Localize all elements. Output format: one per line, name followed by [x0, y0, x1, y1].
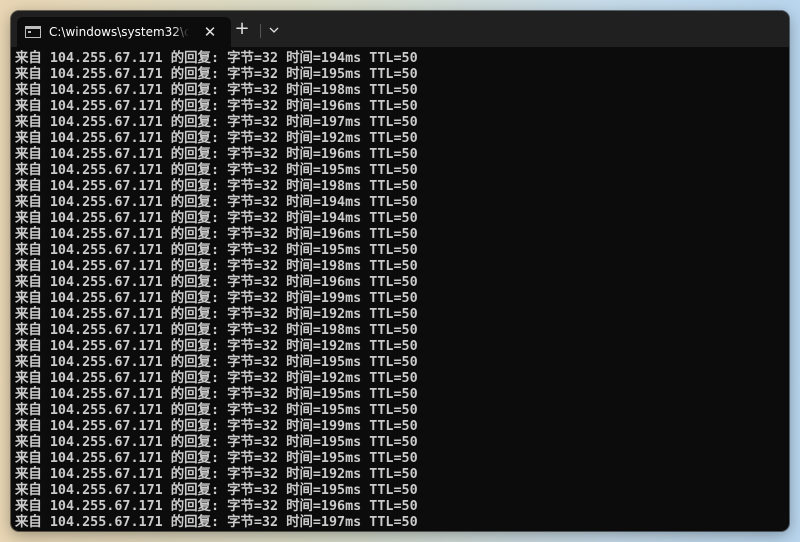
terminal-line: 来自 104.255.67.171 的回复: 字节=32 时间=196ms TT…	[15, 99, 418, 114]
terminal-line: 来自 104.255.67.171 的回复: 字节=32 时间=197ms TT…	[15, 115, 418, 130]
terminal-line: 来自 104.255.67.171 的回复: 字节=32 时间=198ms TT…	[15, 83, 418, 98]
terminal-line: 来自 104.255.67.171 的回复: 字节=32 时间=192ms TT…	[15, 339, 418, 354]
terminal-line: 来自 104.255.67.171 的回复: 字节=32 时间=195ms TT…	[15, 67, 418, 82]
terminal-line: 来自 104.255.67.171 的回复: 字节=32 时间=192ms TT…	[15, 131, 418, 146]
terminal-line: 来自 104.255.67.171 的回复: 字节=32 时间=196ms TT…	[15, 499, 418, 514]
terminal-output[interactable]: 来自 104.255.67.171 的回复: 字节=32 时间=194ms TT…	[11, 47, 789, 531]
dropdown-button[interactable]	[263, 19, 285, 41]
terminal-line: 来自 104.255.67.171 的回复: 字节=32 时间=195ms TT…	[15, 403, 418, 418]
terminal-line: 来自 104.255.67.171 的回复: 字节=32 时间=194ms TT…	[15, 211, 418, 226]
terminal-line: 来自 104.255.67.171 的回复: 字节=32 时间=198ms TT…	[15, 179, 418, 194]
terminal-line: 来自 104.255.67.171 的回复: 字节=32 时间=195ms TT…	[15, 483, 418, 498]
terminal-line: 来自 104.255.67.171 的回复: 字节=32 时间=197ms TT…	[15, 515, 418, 530]
terminal-line: 来自 104.255.67.171 的回复: 字节=32 时间=192ms TT…	[15, 371, 418, 386]
terminal-window: C:\windows\system32\cmd.exe ✕ + 来自 104.2…	[11, 11, 789, 531]
tab-cmd[interactable]: C:\windows\system32\cmd.exe ✕	[17, 17, 231, 47]
terminal-line: 来自 104.255.67.171 的回复: 字节=32 时间=195ms TT…	[15, 387, 418, 402]
title-bar: C:\windows\system32\cmd.exe ✕ +	[11, 11, 789, 47]
close-tab-button[interactable]: ✕	[201, 23, 219, 41]
chevron-down-icon	[269, 27, 279, 33]
terminal-line: 来自 104.255.67.171 的回复: 字节=32 时间=195ms TT…	[15, 451, 418, 466]
terminal-line: 来自 104.255.67.171 的回复: 字节=32 时间=196ms TT…	[15, 227, 418, 242]
console-icon	[25, 26, 41, 38]
terminal-line: 来自 104.255.67.171 的回复: 字节=32 时间=195ms TT…	[15, 435, 418, 450]
terminal-line: 来自 104.255.67.171 的回复: 字节=32 时间=195ms TT…	[15, 163, 418, 178]
terminal-line: 来自 104.255.67.171 的回复: 字节=32 时间=199ms TT…	[15, 419, 418, 434]
new-tab-button[interactable]: +	[231, 19, 253, 41]
terminal-line: 来自 104.255.67.171 的回复: 字节=32 时间=198ms TT…	[15, 323, 418, 338]
terminal-line: 来自 104.255.67.171 的回复: 字节=32 时间=192ms TT…	[15, 467, 418, 482]
terminal-line: 来自 104.255.67.171 的回复: 字节=32 时间=195ms TT…	[15, 243, 418, 258]
divider	[260, 24, 261, 38]
terminal-line: 来自 104.255.67.171 的回复: 字节=32 时间=199ms TT…	[15, 291, 418, 306]
terminal-line: 来自 104.255.67.171 的回复: 字节=32 时间=196ms TT…	[15, 275, 418, 290]
terminal-line: 来自 104.255.67.171 的回复: 字节=32 时间=194ms TT…	[15, 195, 418, 210]
terminal-line: 来自 104.255.67.171 的回复: 字节=32 时间=195ms TT…	[15, 355, 418, 370]
terminal-line: 来自 104.255.67.171 的回复: 字节=32 时间=192ms TT…	[15, 307, 418, 322]
terminal-line: 来自 104.255.67.171 的回复: 字节=32 时间=196ms TT…	[15, 147, 418, 162]
terminal-line: 来自 104.255.67.171 的回复: 字节=32 时间=194ms TT…	[15, 51, 418, 66]
terminal-line: 来自 104.255.67.171 的回复: 字节=32 时间=198ms TT…	[15, 259, 418, 274]
tab-title: C:\windows\system32\cmd.exe	[49, 25, 189, 39]
